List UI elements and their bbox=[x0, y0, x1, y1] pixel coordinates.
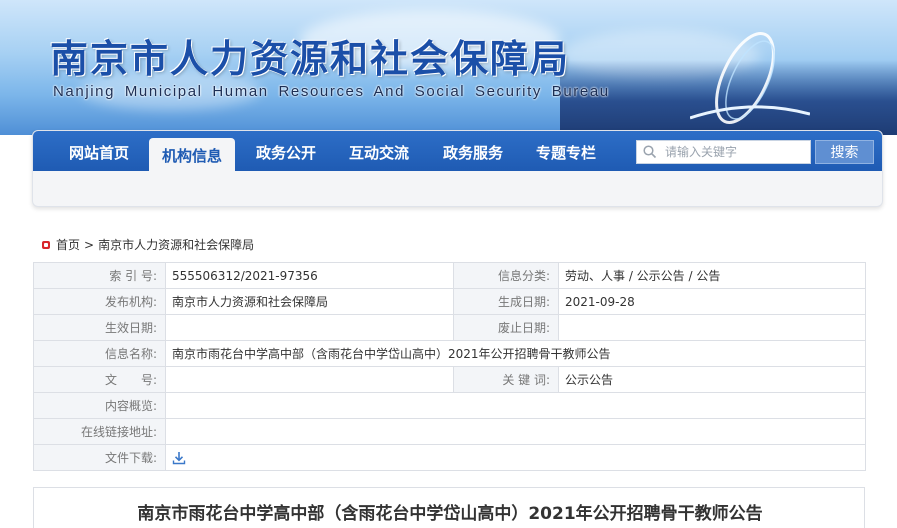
nav-item-home[interactable]: 网站首页 bbox=[55, 131, 143, 171]
article-title: 南京市雨花台中学高中部（含雨花台中学岱山高中）2021年公开招聘骨干教师公告 bbox=[137, 504, 763, 524]
info-name-label: 信息名称: bbox=[33, 340, 166, 367]
online-link-value bbox=[165, 418, 866, 445]
site-title-chinese: 南京市人力资源和社会保障局 bbox=[50, 36, 571, 81]
breadcrumb-separator: > bbox=[84, 237, 95, 252]
nav-item-special-topics[interactable]: 专题专栏 bbox=[523, 131, 609, 171]
effective-date-value bbox=[165, 314, 454, 341]
keywords-value: 公示公告 bbox=[558, 366, 866, 393]
search-button[interactable]: 搜索 bbox=[815, 140, 874, 164]
breadcrumb-home-link[interactable]: 首页 bbox=[56, 236, 80, 253]
expiry-date-value bbox=[558, 314, 866, 341]
breadcrumb-marker-icon bbox=[42, 240, 50, 249]
nav-item-government-affairs-public[interactable]: 政务公开 bbox=[243, 131, 329, 171]
content-summary-label: 内容概览: bbox=[33, 392, 166, 419]
index-number-label: 索 引 号: bbox=[33, 262, 166, 289]
main-navigation-panel: 网站首页 机构信息 政务公开 互动交流 政务服务 专题专栏 搜索 bbox=[32, 130, 883, 207]
table-row: 信息名称: 南京市雨花台中学高中部（含雨花台中学岱山高中）2021年公开招聘骨干… bbox=[33, 340, 866, 367]
keywords-label: 关 键 词: bbox=[453, 366, 559, 393]
table-row: 生效日期: 废止日期: bbox=[33, 314, 866, 341]
category-value: 劳动、人事 / 公示公告 / 公告 bbox=[558, 262, 866, 289]
document-number-label: 文 号: bbox=[33, 366, 166, 393]
site-title-english: Nanjing Municipal Human Resources And So… bbox=[53, 83, 610, 100]
publisher-value: 南京市人力资源和社会保障局 bbox=[165, 288, 454, 315]
file-download-cell bbox=[165, 444, 866, 471]
content-summary-value bbox=[165, 392, 866, 419]
expiry-date-label: 废止日期: bbox=[453, 314, 559, 341]
table-row: 文件下载: bbox=[33, 444, 866, 471]
table-row: 索 引 号: 555506312/2021-97356 信息分类: 劳动、人事 … bbox=[33, 262, 866, 289]
nav-item-organization-info[interactable]: 机构信息 bbox=[149, 138, 235, 171]
category-label: 信息分类: bbox=[453, 262, 559, 289]
file-download-label: 文件下载: bbox=[33, 444, 166, 471]
bridge-illustration-icon bbox=[690, 32, 810, 124]
breadcrumb: 首页 > 南京市人力资源和社会保障局 bbox=[42, 236, 254, 253]
search-box bbox=[636, 140, 811, 164]
online-link-label: 在线链接地址: bbox=[33, 418, 166, 445]
nav-item-government-services[interactable]: 政务服务 bbox=[430, 131, 516, 171]
publisher-label: 发布机构: bbox=[33, 288, 166, 315]
breadcrumb-current-link[interactable]: 南京市人力资源和社会保障局 bbox=[98, 236, 254, 253]
table-row: 内容概览: bbox=[33, 392, 866, 419]
document-number-value bbox=[165, 366, 454, 393]
index-number-value: 555506312/2021-97356 bbox=[165, 262, 454, 289]
search-input[interactable] bbox=[665, 143, 805, 161]
table-row: 发布机构: 南京市人力资源和社会保障局 生成日期: 2021-09-28 bbox=[33, 288, 866, 315]
site-banner: 南京市人力资源和社会保障局 Nanjing Municipal Human Re… bbox=[0, 0, 897, 135]
article-panel: 南京市雨花台中学高中部（含雨花台中学岱山高中）2021年公开招聘骨干教师公告 bbox=[33, 487, 865, 528]
table-row: 文 号: 关 键 词: 公示公告 bbox=[33, 366, 866, 393]
search-icon bbox=[643, 145, 657, 159]
document-info-table: 索 引 号: 555506312/2021-97356 信息分类: 劳动、人事 … bbox=[33, 262, 866, 471]
download-icon[interactable] bbox=[172, 451, 186, 465]
created-date-value: 2021-09-28 bbox=[558, 288, 866, 315]
created-date-label: 生成日期: bbox=[453, 288, 559, 315]
nav-item-interaction[interactable]: 互动交流 bbox=[336, 131, 422, 171]
effective-date-label: 生效日期: bbox=[33, 314, 166, 341]
table-row: 在线链接地址: bbox=[33, 418, 866, 445]
main-navigation-bar: 网站首页 机构信息 政务公开 互动交流 政务服务 专题专栏 搜索 bbox=[33, 131, 882, 171]
info-name-value: 南京市雨花台中学高中部（含雨花台中学岱山高中）2021年公开招聘骨干教师公告 bbox=[165, 340, 866, 367]
